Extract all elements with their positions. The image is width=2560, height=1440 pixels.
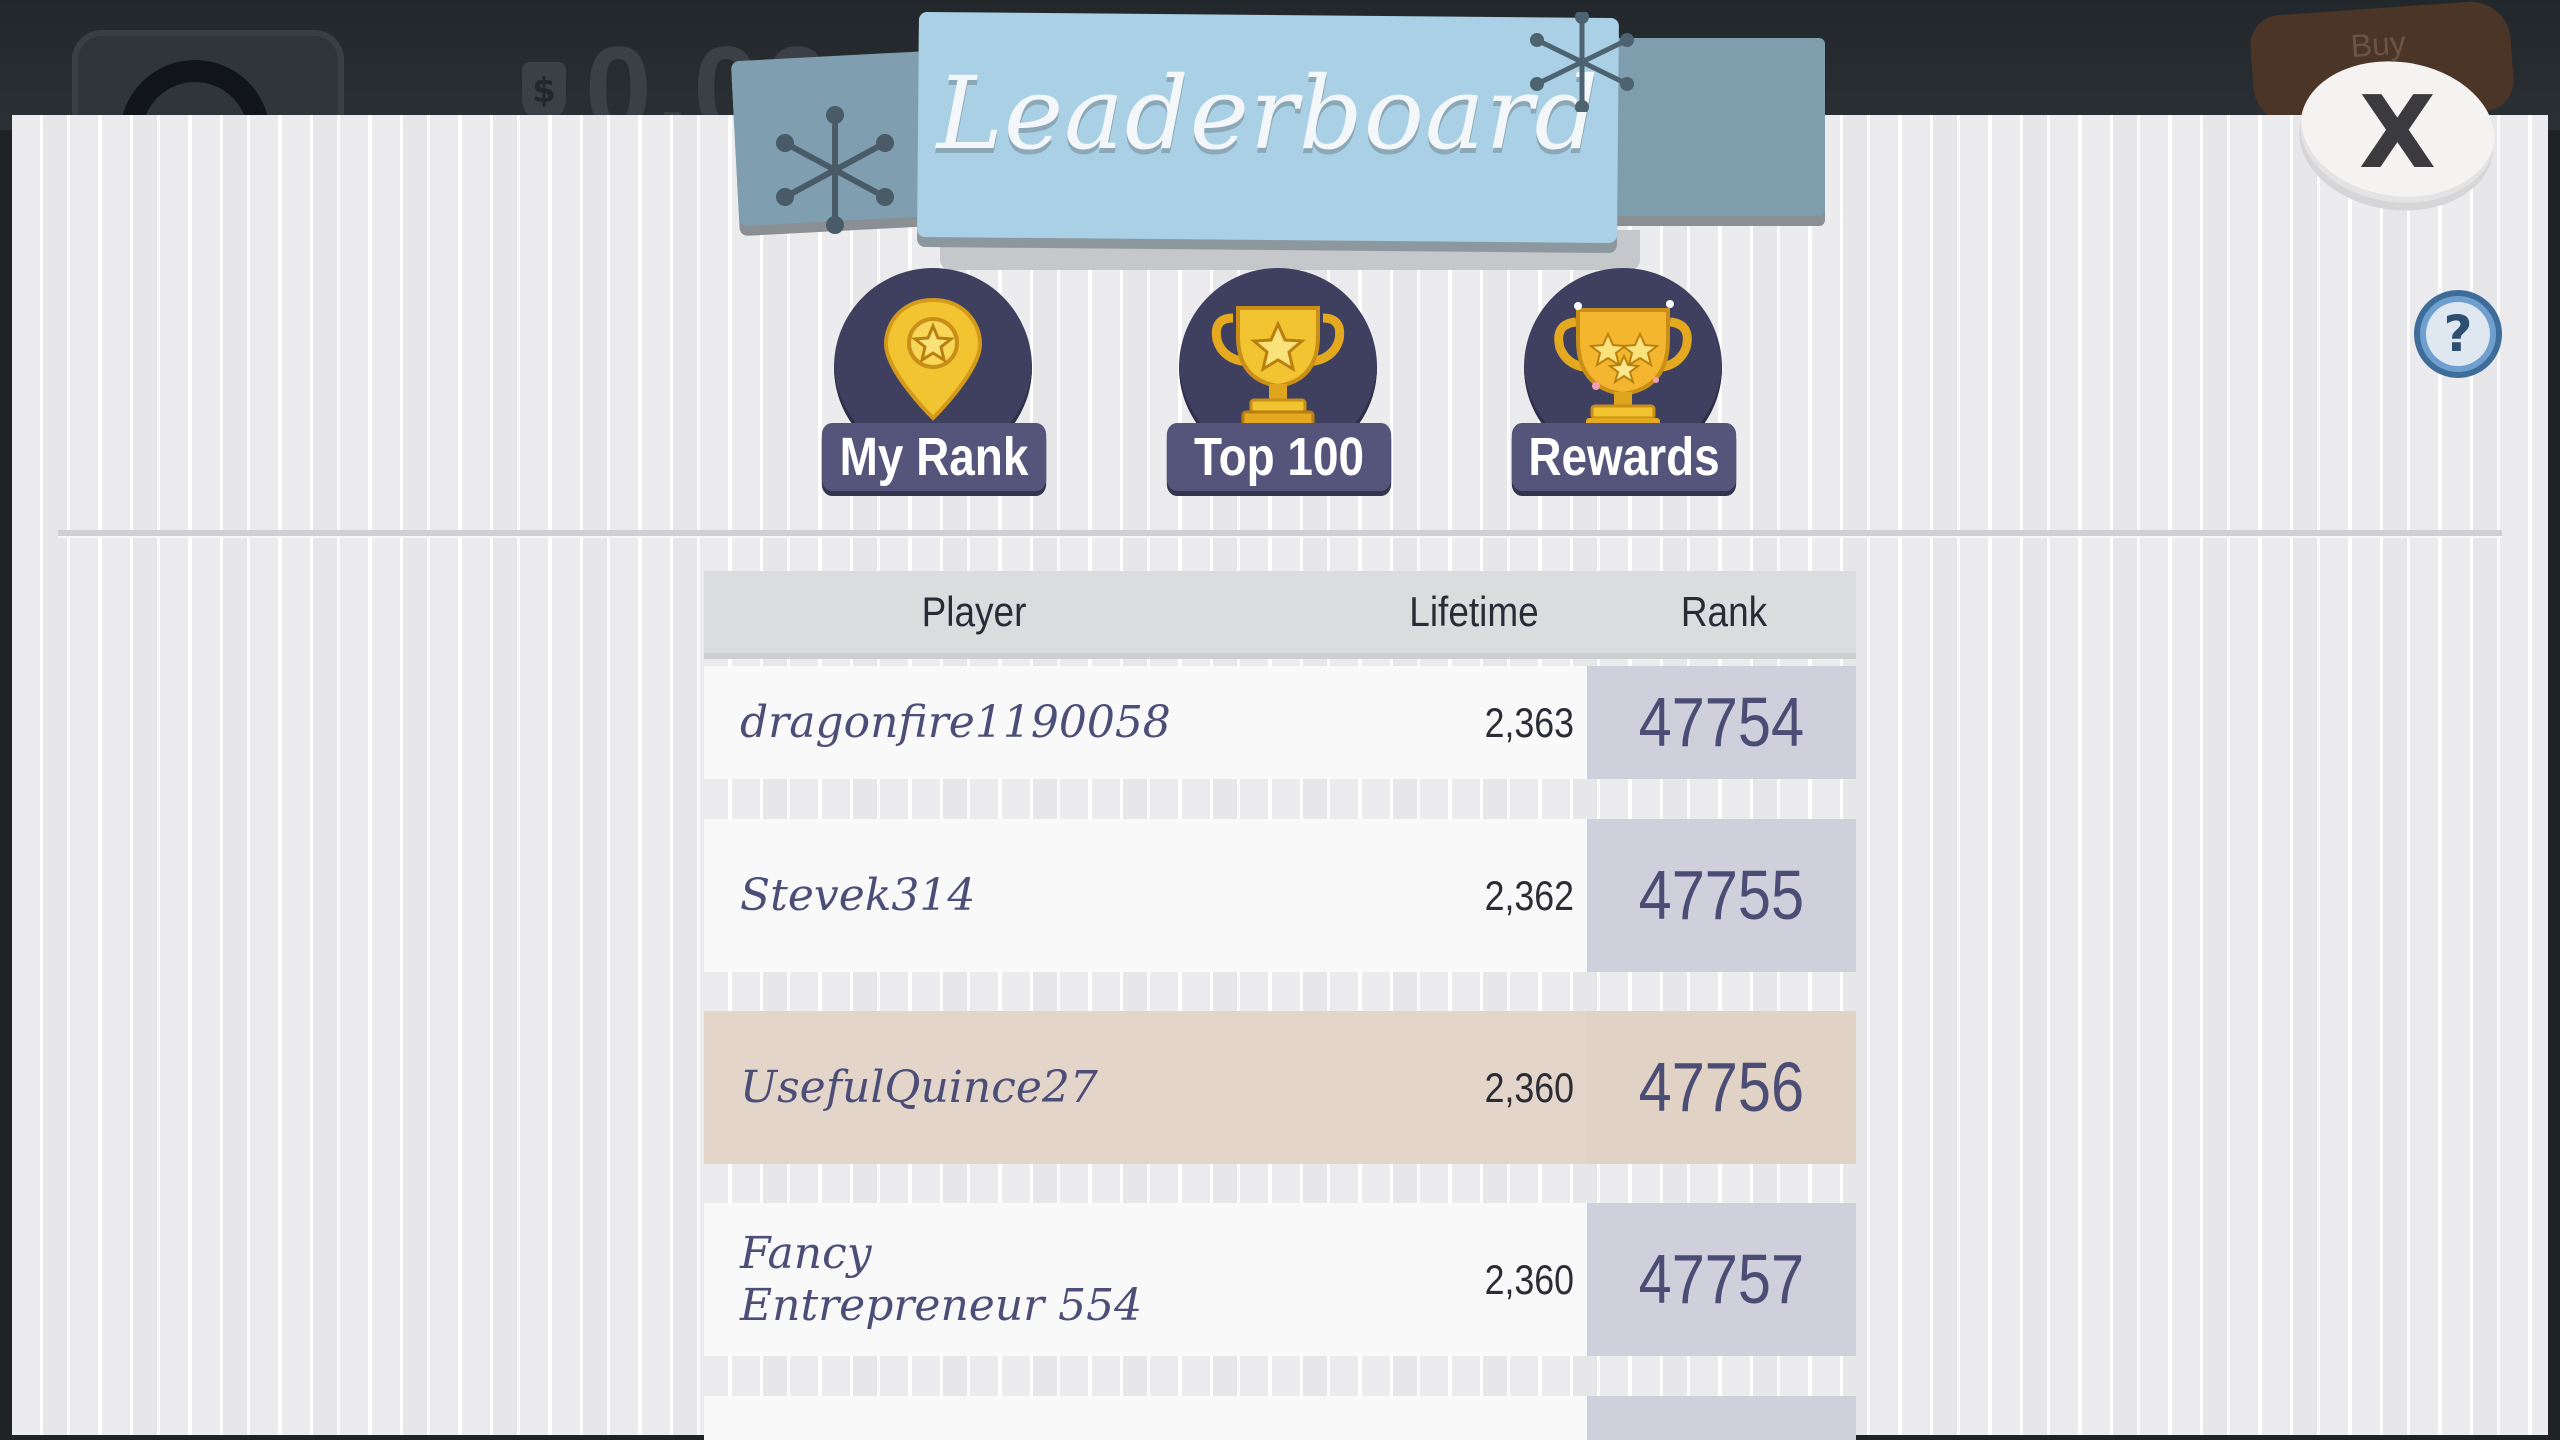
snowflake-icon <box>1530 12 1634 112</box>
rewards-trophy-icon <box>1554 300 1692 428</box>
rank-cell <box>1587 1396 1856 1440</box>
money-tag-icon: $ <box>522 62 566 120</box>
tab-top-100[interactable]: Top 100 <box>1147 268 1411 491</box>
tab-label: Top 100 <box>1166 423 1392 491</box>
lifetime-angels-value: 2,360 <box>1484 1064 1574 1111</box>
rank-value: 47755 <box>1638 856 1805 934</box>
leaderboard-row[interactable] <box>704 1396 1856 1440</box>
leaderboard-table-header: Player Lifetime Angels Rank <box>704 571 1856 717</box>
leaderboard-row[interactable]: dragonfire1190058 2,363 47754 <box>704 666 1856 779</box>
rank-value: 47756 <box>1638 1048 1805 1126</box>
leaderboard-row[interactable]: Stevek314 2,362 47755 <box>704 819 1856 972</box>
close-icon: X <box>2358 73 2437 191</box>
lifetime-angels-value: 2,360 <box>1484 1256 1574 1303</box>
leaderboard-row-current-player[interactable]: UsefulQuince27 2,360 47756 <box>704 1011 1856 1164</box>
snowflake-icon <box>776 106 894 234</box>
rank-value: 47754 <box>1638 683 1805 761</box>
player-name: dragonfire1190058 <box>740 697 1171 748</box>
tab-label: Rewards <box>1511 423 1737 491</box>
tab-my-rank[interactable]: My Rank <box>802 268 1066 491</box>
header-divider <box>58 530 2502 538</box>
player-name: Fancy Entrepreneur 554 <box>740 1227 1143 1331</box>
lifetime-angels-value: 2,362 <box>1484 872 1574 919</box>
tab-label: My Rank <box>821 423 1047 491</box>
column-header-player: Player <box>921 588 1027 635</box>
rank-cell: 47755 <box>1587 819 1856 972</box>
lifetime-angels-value: 2,363 <box>1484 699 1574 746</box>
leaderboard-row[interactable]: Fancy Entrepreneur 554 2,360 47757 <box>704 1203 1856 1356</box>
rank-cell: 47756 <box>1587 1011 1856 1164</box>
column-header-lifetime-angels: Lifetime Angels <box>1409 588 1539 717</box>
rank-cell: 47754 <box>1587 666 1856 779</box>
dialog-title: Leaderboard <box>936 55 1600 172</box>
tab-rewards[interactable]: Rewards <box>1492 268 1756 491</box>
column-header-rank: Rank <box>1680 588 1768 635</box>
help-button[interactable]: ? <box>2414 290 2502 378</box>
player-name: Stevek314 <box>740 869 976 921</box>
player-name: UsefulQuince27 <box>740 1061 1098 1113</box>
rank-value: 47757 <box>1638 1240 1805 1318</box>
help-icon: ? <box>2426 302 2490 366</box>
rank-cell: 47757 <box>1587 1203 1856 1356</box>
trophy-icon <box>1211 306 1345 428</box>
map-pin-star-icon <box>883 297 983 421</box>
buy-label: Buy <box>2349 24 2408 65</box>
